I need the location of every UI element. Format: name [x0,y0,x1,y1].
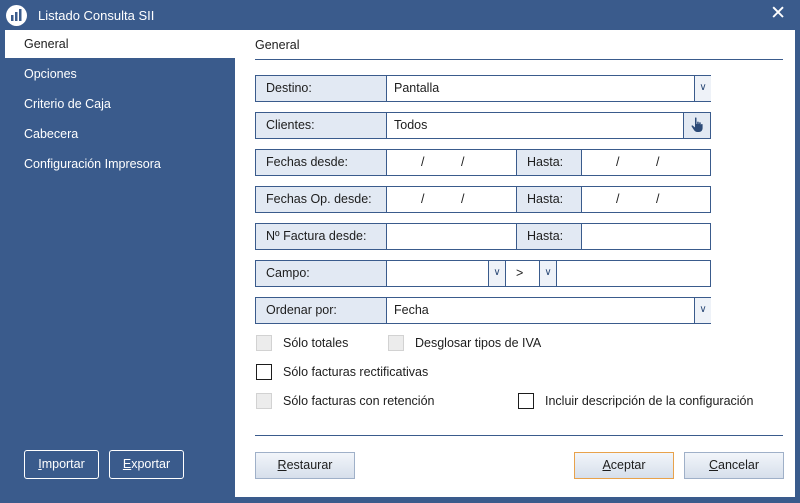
title-bar: Listado Consulta SII ✕ [0,0,800,30]
chevron-down-icon[interactable]: ∨ [488,261,505,286]
ordenar-label: Ordenar por: [256,298,387,323]
solo-totales-option: Sólo totales [256,335,376,353]
importar-button[interactable]: Importar [24,450,99,479]
cancelar-label: ancelar [718,458,760,472]
fechas-field: Fechas desde: / / Hasta: / / [255,149,711,176]
window-title: Listado Consulta SII [38,8,155,23]
fecha-desde-input[interactable]: / / [387,150,515,175]
app-chart-icon [6,5,27,26]
ordenar-field: Ordenar por: Fecha ∨ [255,297,711,324]
chevron-down-icon[interactable]: ∨ [694,76,711,101]
incluir-checkbox[interactable] [518,393,534,409]
solo-totales-label: Sólo totales [283,336,349,350]
restaurar-mnemonic: R [277,458,287,472]
sidebar-item-label: Opciones [24,67,77,81]
date-separator: / [616,155,620,169]
factura-label: Nº Factura desde: [256,224,387,249]
rectificativas-option: Sólo facturas rectificativas [256,364,476,382]
incluir-label: Incluir descripción de la configuración [545,394,754,408]
fechas-label: Fechas desde: [256,150,387,175]
destino-field: Destino: Pantalla ∨ [255,75,711,102]
fecha-op-hasta-label: Hasta: [516,187,582,212]
campo-value-input[interactable] [556,261,710,286]
general-panel: General Destino: Pantalla ∨ Clientes: To… [235,30,795,497]
date-separator: / [421,192,425,206]
campo-select[interactable] [387,261,488,286]
date-separator: / [616,192,620,206]
chevron-down-icon[interactable]: ∨ [539,261,556,286]
restaurar-button[interactable]: Restaurar [255,452,355,479]
rectificativas-checkbox[interactable] [256,364,272,380]
date-separator: / [461,192,465,206]
desglosar-option: Desglosar tipos de IVA [388,335,588,353]
destino-label: Destino: [256,76,387,101]
close-icon[interactable]: ✕ [770,4,786,24]
date-separator: / [656,192,660,206]
factura-hasta-input[interactable] [582,224,710,249]
section-title: General [255,38,300,52]
date-separator: / [461,155,465,169]
retencion-label: Sólo facturas con retención [283,394,435,408]
exportar-mnemonic: E [122,457,132,471]
factura-desde-input[interactable] [387,224,515,249]
operator-select[interactable]: > [505,261,539,286]
date-separator: / [421,155,425,169]
destino-select[interactable]: Pantalla [387,76,694,101]
clientes-label: Clientes: [256,113,387,138]
campo-label: Campo: [256,261,387,286]
sidebar-item-label: Configuración Impresora [24,157,161,171]
factura-hasta-label: Hasta: [516,224,582,249]
sidebar-item-label: General [24,37,69,51]
sidebar-item-general[interactable]: General [5,30,235,58]
restaurar-label: estaurar [286,458,333,472]
sidebar-item-label: Cabecera [24,127,79,141]
retencion-checkbox[interactable] [256,393,272,409]
fecha-op-hasta-input[interactable]: / / [582,187,710,212]
fechas-op-label: Fechas Op. desde: [256,187,387,212]
aceptar-button[interactable]: Aceptar [574,452,674,479]
fecha-op-desde-input[interactable]: / / [387,187,515,212]
sidebar-item-criterio-de-caja[interactable]: Criterio de Caja [5,90,235,118]
sidebar-item-label: Criterio de Caja [24,97,111,111]
fecha-hasta-input[interactable]: / / [582,150,710,175]
exportar-label: xportar [131,457,171,471]
sidebar-item-opciones[interactable]: Opciones [5,60,235,88]
sidebar: General Opciones Criterio de Caja Cabece… [0,30,235,503]
factura-field: Nº Factura desde: Hasta: [255,223,711,250]
sidebar-item-configuracion-impresora[interactable]: Configuración Impresora [5,150,235,178]
exportar-button[interactable]: Exportar [109,450,184,479]
fecha-hasta-label: Hasta: [516,150,582,175]
section-divider [255,59,783,60]
aceptar-label: ceptar [610,458,646,472]
retencion-option: Sólo facturas con retención [256,393,476,411]
chevron-down-icon[interactable]: ∨ [694,298,711,323]
incluir-option: Incluir descripción de la configuración [518,393,778,411]
ordenar-select[interactable]: Fecha [387,298,694,323]
desglosar-label: Desglosar tipos de IVA [415,336,542,350]
rectificativas-label: Sólo facturas rectificativas [283,365,429,379]
aceptar-mnemonic: A [602,458,611,472]
date-separator: / [656,155,660,169]
solo-totales-checkbox[interactable] [256,335,272,351]
cancelar-button[interactable]: Cancelar [684,452,784,479]
clientes-field: Clientes: Todos [255,112,711,139]
cancelar-mnemonic: C [708,458,719,472]
pointer-hand-icon[interactable] [683,113,710,138]
fechas-op-field: Fechas Op. desde: / / Hasta: / / [255,186,711,213]
clientes-input[interactable]: Todos [387,113,684,138]
importar-label: mportar [41,457,85,471]
sidebar-item-cabecera[interactable]: Cabecera [5,120,235,148]
footer-divider [255,435,783,436]
desglosar-checkbox[interactable] [388,335,404,351]
campo-field: Campo: ∨ > ∨ [255,260,711,287]
